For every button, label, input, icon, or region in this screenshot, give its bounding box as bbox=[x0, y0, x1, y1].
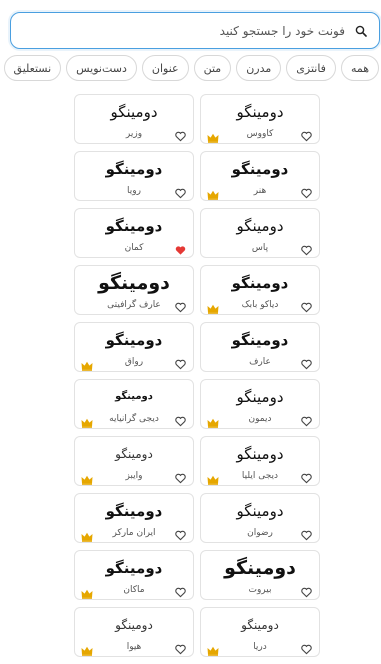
font-sample-text: دومینگو bbox=[105, 331, 163, 349]
font-sample-text: دومینگو bbox=[105, 559, 163, 577]
heart-icon[interactable] bbox=[301, 241, 312, 256]
search-input[interactable] bbox=[19, 23, 345, 38]
crown-icon bbox=[81, 584, 93, 599]
category-chip[interactable]: متن bbox=[193, 55, 232, 81]
category-chip[interactable]: عنوان bbox=[141, 55, 189, 81]
font-card[interactable]: دومینگو هیوا bbox=[74, 607, 194, 657]
font-sample-text: دومینگو bbox=[231, 160, 289, 178]
font-card[interactable]: دومینگو بیروت bbox=[200, 550, 320, 600]
heart-icon[interactable] bbox=[301, 583, 312, 598]
font-sample-text: دومینگو bbox=[236, 217, 284, 235]
heart-filled-icon[interactable] bbox=[175, 241, 186, 255]
search-bar[interactable] bbox=[10, 12, 380, 49]
font-card[interactable]: دومینگو رواق bbox=[74, 322, 194, 372]
font-card[interactable]: دومینگو وایبز bbox=[74, 436, 194, 486]
font-card[interactable]: دومینگو وزیر bbox=[74, 94, 194, 144]
category-chip[interactable]: همه bbox=[340, 55, 379, 81]
font-sample-text: دومینگو bbox=[236, 502, 284, 520]
heart-icon[interactable] bbox=[175, 127, 186, 142]
font-sample-text: دومینگو bbox=[105, 217, 163, 235]
heart-icon[interactable] bbox=[301, 640, 312, 655]
category-filter-bar: همه فانتزی مدرن متن عنوان دست‌نویس نستعلیق bbox=[3, 55, 379, 81]
crown-icon bbox=[207, 641, 219, 656]
crown-icon bbox=[207, 128, 219, 143]
category-chip[interactable]: دست‌نویس bbox=[66, 55, 137, 81]
font-card[interactable]: دومینگو رویا bbox=[74, 151, 194, 201]
heart-icon[interactable] bbox=[301, 355, 312, 370]
font-sample-text: دومینگو bbox=[236, 445, 284, 463]
font-sample-text: دومینگو bbox=[224, 557, 296, 579]
heart-icon[interactable] bbox=[301, 526, 312, 541]
font-grid: دومینگو کاووس دومینگو وزیر دومینگو هنر دومینگو… bbox=[74, 94, 320, 657]
heart-icon[interactable] bbox=[301, 298, 312, 313]
font-sample-text: دومینگو bbox=[115, 447, 153, 461]
crown-icon bbox=[207, 185, 219, 200]
font-card[interactable]: دومینگو پاس bbox=[200, 208, 320, 258]
font-sample-text: دومینگو bbox=[241, 618, 279, 632]
heart-icon[interactable] bbox=[301, 127, 312, 142]
heart-icon[interactable] bbox=[175, 583, 186, 598]
font-card[interactable]: دومینگو دیجی ایلیا bbox=[200, 436, 320, 486]
heart-icon[interactable] bbox=[175, 640, 186, 655]
font-sample-text: دومینگو bbox=[110, 103, 158, 121]
font-sample-text: دومینگو bbox=[98, 272, 170, 294]
font-sample-text: دومینگو bbox=[236, 103, 284, 121]
crown-icon bbox=[81, 356, 93, 371]
font-sample-text: دومینگو bbox=[115, 618, 153, 632]
font-card[interactable]: دومینگو دیجی گرانیایه bbox=[74, 379, 194, 429]
search-icon[interactable] bbox=[351, 21, 371, 41]
font-sample-text: دومینگو bbox=[231, 274, 289, 292]
crown-icon bbox=[207, 413, 219, 428]
category-chip[interactable]: فانتزی bbox=[286, 55, 336, 81]
heart-icon[interactable] bbox=[175, 526, 186, 541]
font-card[interactable]: دومینگو ایران مارکر bbox=[74, 493, 194, 543]
font-sample-text: دومینگو bbox=[105, 160, 163, 178]
heart-icon[interactable] bbox=[301, 469, 312, 484]
category-chip[interactable]: مدرن bbox=[236, 55, 282, 81]
heart-icon[interactable] bbox=[175, 298, 186, 313]
crown-icon bbox=[81, 413, 93, 428]
crown-icon bbox=[81, 641, 93, 656]
font-card[interactable]: دومینگو عارف گرافیتی bbox=[74, 265, 194, 315]
font-card[interactable]: دومینگو دیمون bbox=[200, 379, 320, 429]
heart-icon[interactable] bbox=[175, 355, 186, 370]
font-card[interactable]: دومینگو دیاکو بابک bbox=[200, 265, 320, 315]
font-card[interactable]: دومینگو عارف bbox=[200, 322, 320, 372]
category-chip[interactable]: نستعلیق bbox=[3, 55, 62, 81]
heart-icon[interactable] bbox=[301, 184, 312, 199]
crown-icon bbox=[81, 470, 93, 485]
heart-icon[interactable] bbox=[301, 412, 312, 427]
heart-icon[interactable] bbox=[175, 184, 186, 199]
heart-icon[interactable] bbox=[175, 412, 186, 427]
crown-icon bbox=[207, 299, 219, 314]
font-sample-text: دومینگو bbox=[105, 502, 163, 520]
font-sample-text: دومینگو bbox=[115, 391, 153, 402]
font-card[interactable]: دومینگو هنر bbox=[200, 151, 320, 201]
font-card[interactable]: دومینگو دریا bbox=[200, 607, 320, 657]
font-card[interactable]: دومینگو کاووس bbox=[200, 94, 320, 144]
font-card[interactable]: دومینگو کمان bbox=[74, 208, 194, 258]
heart-icon[interactable] bbox=[175, 469, 186, 484]
font-card[interactable]: دومینگو ماکان bbox=[74, 550, 194, 600]
font-sample-text: دومینگو bbox=[231, 331, 289, 349]
crown-icon bbox=[81, 527, 93, 542]
crown-icon bbox=[207, 470, 219, 485]
font-card[interactable]: دومینگو رضوان bbox=[200, 493, 320, 543]
font-sample-text: دومینگو bbox=[236, 388, 284, 406]
